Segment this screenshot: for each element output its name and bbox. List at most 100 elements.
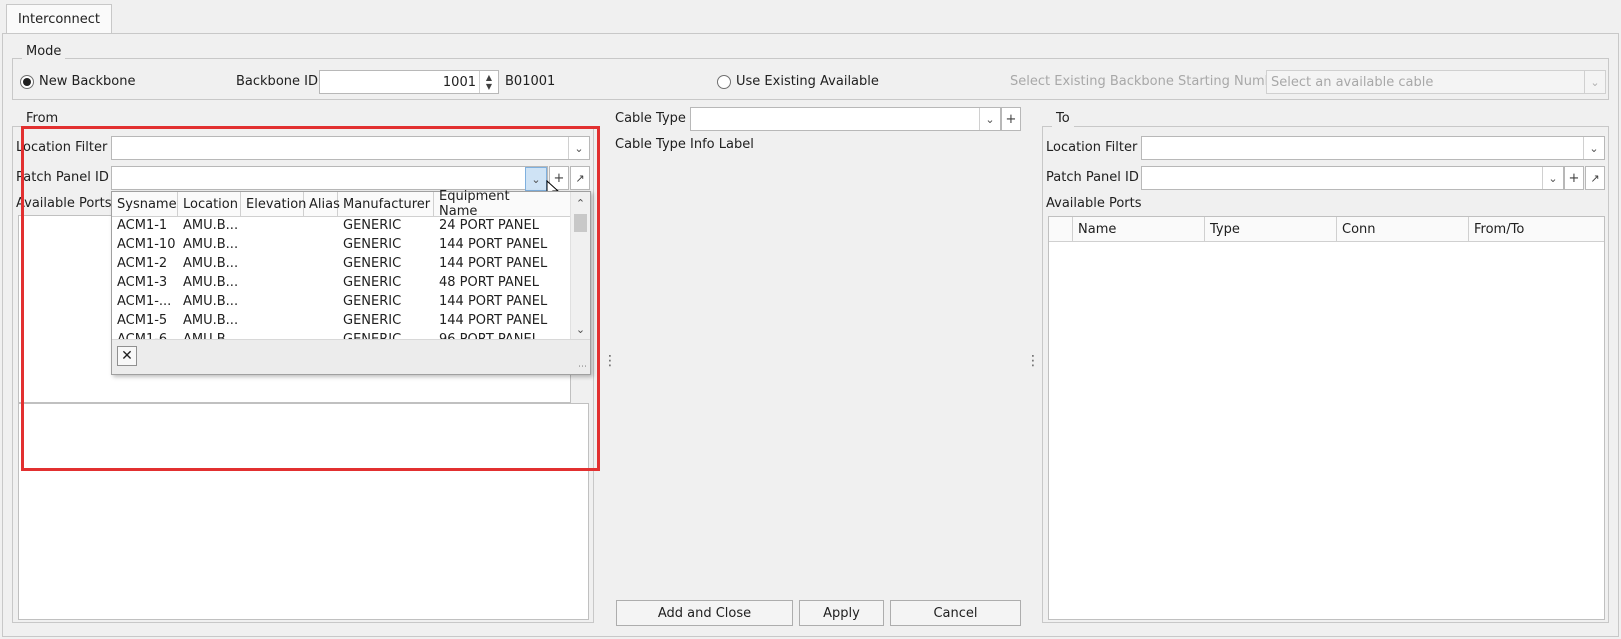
to-ports-grid[interactable]: Name Type Conn From/To [1048, 216, 1605, 620]
cable-type-label: Cable Type [615, 111, 686, 126]
to-location-filter-combo[interactable]: ⌄ [1141, 136, 1605, 160]
column-header-location[interactable]: Location [178, 192, 241, 216]
cancel-label: Cancel [933, 605, 978, 621]
use-existing-radio[interactable]: Use Existing Available [717, 74, 879, 89]
scroll-up-icon[interactable]: ⌃ [571, 192, 590, 214]
cell-location: AMU.B... [183, 275, 239, 290]
dropdown-row[interactable]: ACM1-... AMU.B... GENERIC 144 PORT PANEL [112, 292, 572, 311]
column-header-sysname[interactable]: Sysname [112, 192, 178, 216]
column-header-elevation[interactable]: Elevation [241, 192, 306, 216]
apply-label: Apply [823, 605, 860, 621]
dropdown-rows: ACM1-1 AMU.B... GENERIC 24 PORT PANEL ACM1-1… [112, 216, 572, 349]
from-location-filter-label: Location Filter [16, 140, 108, 155]
add-and-close-button[interactable]: Add and Close [616, 600, 793, 626]
cell-sysname: ACM1-10 [117, 237, 176, 252]
scrollbar-thumb[interactable] [574, 214, 587, 232]
splitter-handle-icon[interactable]: ⋮ [1026, 354, 1040, 368]
dropdown-row[interactable]: ACM1-1 AMU.B... GENERIC 24 PORT PANEL [112, 216, 572, 235]
select-existing-label: Select Existing Backbone Starting Number [1010, 74, 1287, 89]
column-header-alias[interactable]: Alias [304, 192, 340, 216]
from-ports-detail[interactable] [18, 403, 589, 620]
column-header-equipment-name[interactable]: Equipment Name [434, 189, 552, 219]
to-add-button[interactable]: + [1564, 166, 1584, 190]
column-header-type[interactable]: Type [1205, 217, 1337, 241]
tab-interconnect[interactable]: Interconnect [6, 4, 112, 34]
dropdown-row[interactable]: ACM1-3 AMU.B... GENERIC 48 PORT PANEL [112, 273, 572, 292]
column-header-from-to[interactable]: From/To [1469, 217, 1604, 241]
cell-manufacturer: GENERIC [343, 237, 402, 252]
spinner-arrows-icon[interactable]: ▲ ▼ [479, 71, 498, 93]
close-popup-button[interactable]: ✕ [117, 346, 137, 366]
chevron-down-icon[interactable]: ⌄ [979, 108, 1000, 130]
new-backbone-label: New Backbone [39, 74, 136, 89]
resize-grip-icon[interactable]: ⋯ [578, 362, 587, 372]
cell-sysname: ACM1-3 [117, 275, 168, 290]
backbone-code: B01001 [505, 74, 556, 89]
chevron-down-icon[interactable]: ⌄ [1584, 71, 1605, 93]
cell-equipment-name: 144 PORT PANEL [439, 237, 548, 252]
chevron-down-icon[interactable]: ⌄ [1583, 137, 1604, 159]
dropdown-footer: ✕ ⋯ [112, 339, 590, 374]
cell-manufacturer: GENERIC [343, 218, 402, 233]
radio-unchecked-icon [717, 74, 731, 89]
backbone-id-spinner[interactable]: 1001 ▲ ▼ [319, 70, 499, 94]
chevron-down-icon[interactable]: ⌄ [1542, 167, 1563, 189]
cell-sysname: ACM1-... [117, 294, 172, 309]
cell-equipment-name: 144 PORT PANEL [439, 256, 548, 271]
external-link-icon: ↗ [575, 171, 585, 185]
cell-sysname: ACM1-5 [117, 313, 168, 328]
add-and-close-label: Add and Close [657, 605, 752, 621]
cell-sysname: ACM1-2 [117, 256, 168, 271]
row-indicator-header [1049, 217, 1073, 241]
cancel-button[interactable]: Cancel [890, 600, 1021, 626]
backbone-id-label: Backbone ID [236, 74, 318, 89]
to-ports-grid-header: Name Type Conn From/To [1049, 217, 1604, 242]
cell-location: AMU.B... [183, 294, 239, 309]
cell-sysname: ACM1-1 [117, 218, 168, 233]
patch-panel-dropdown[interactable]: Sysname Location Elevation Alias Manufac… [111, 189, 591, 375]
select-existing-combo[interactable]: Select an available cable ⌄ [1266, 70, 1606, 94]
use-existing-label: Use Existing Available [736, 74, 879, 89]
plus-icon: + [1568, 170, 1580, 186]
new-backbone-radio[interactable]: New Backbone [20, 74, 136, 89]
cell-manufacturer: GENERIC [343, 313, 402, 328]
cable-type-add-button[interactable]: + [1001, 107, 1021, 131]
scroll-down-icon[interactable]: ⌄ [571, 318, 590, 340]
cell-manufacturer: GENERIC [343, 256, 402, 271]
to-patch-panel-label: Patch Panel ID [1046, 170, 1139, 185]
select-existing-placeholder: Select an available cable [1271, 74, 1434, 90]
from-open-button[interactable]: ↗ [570, 166, 590, 190]
to-patch-panel-combo[interactable]: ⌄ [1141, 166, 1564, 190]
backbone-id-value: 1001 [442, 74, 476, 90]
to-legend: To [1052, 111, 1074, 127]
chevron-down-icon[interactable]: ⌄ [568, 137, 589, 159]
cell-equipment-name: 144 PORT PANEL [439, 313, 548, 328]
column-header-name[interactable]: Name [1073, 217, 1205, 241]
from-available-ports-label: Available Ports [16, 196, 112, 211]
radio-checked-icon [20, 74, 34, 89]
chevron-down-icon[interactable]: ⌄ [525, 167, 547, 191]
column-header-conn[interactable]: Conn [1337, 217, 1469, 241]
column-header-manufacturer[interactable]: Manufacturer [338, 192, 434, 216]
dropdown-row[interactable]: ACM1-2 AMU.B... GENERIC 144 PORT PANEL [112, 254, 572, 273]
cable-type-combo[interactable]: ⌄ [690, 107, 1001, 131]
to-available-ports-label: Available Ports [1046, 196, 1142, 211]
to-open-button[interactable]: ↗ [1585, 166, 1605, 190]
close-icon: ✕ [121, 348, 133, 364]
cell-location: AMU.B... [183, 218, 239, 233]
dropdown-scrollbar[interactable]: ⌃ ⌄ [570, 192, 590, 340]
dropdown-row[interactable]: ACM1-10 AMU.B... GENERIC 144 PORT PANEL [112, 235, 572, 254]
from-patch-panel-combo[interactable]: ⌄ [111, 166, 548, 191]
cell-manufacturer: GENERIC [343, 294, 402, 309]
splitter-handle-icon[interactable]: ⋮ [603, 354, 617, 368]
apply-button[interactable]: Apply [799, 600, 884, 626]
dropdown-row[interactable]: ACM1-5 AMU.B... GENERIC 144 PORT PANEL [112, 311, 572, 330]
external-link-icon: ↗ [1590, 171, 1600, 185]
from-legend: From [22, 111, 63, 127]
from-patch-panel-label: Patch Panel ID [16, 170, 109, 185]
cell-manufacturer: GENERIC [343, 275, 402, 290]
cell-location: AMU.B... [183, 237, 239, 252]
to-location-filter-label: Location Filter [1046, 140, 1138, 155]
from-location-filter-combo[interactable]: ⌄ [111, 136, 590, 160]
dropdown-header: Sysname Location Elevation Alias Manufac… [112, 189, 572, 219]
